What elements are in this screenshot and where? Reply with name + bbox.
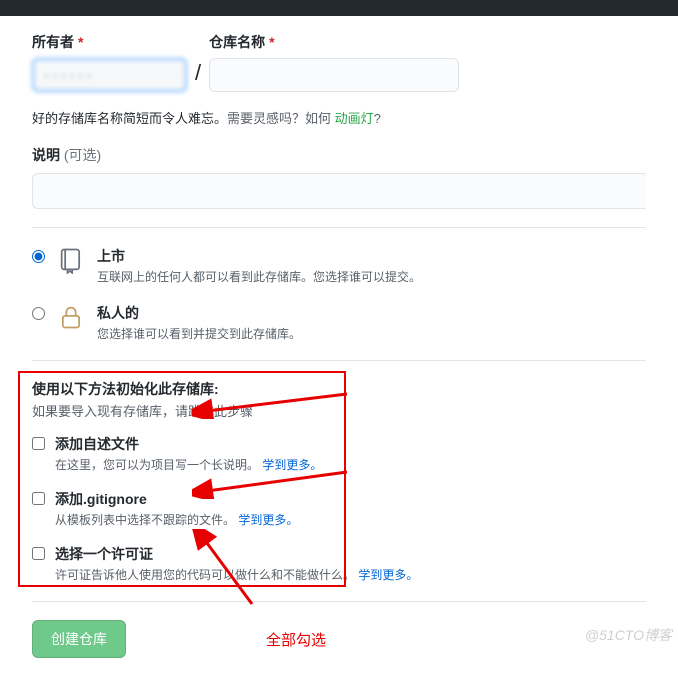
gitignore-sub: 从模板列表中选择不跟踪的文件。 学到更多。 — [55, 511, 298, 528]
gitignore-title: 添加.gitignore — [55, 489, 298, 509]
divider — [32, 360, 646, 361]
license-checkbox[interactable] — [32, 547, 45, 560]
repo-name-input[interactable] — [209, 58, 459, 92]
public-title: 上市 — [97, 246, 421, 266]
description-input[interactable] — [32, 173, 646, 209]
learn-more-link[interactable]: 学到更多。 — [238, 513, 298, 527]
suggestion-link[interactable]: 动画灯 — [335, 111, 374, 126]
license-title: 选择一个许可证 — [55, 544, 418, 564]
readme-checkbox[interactable] — [32, 437, 45, 450]
learn-more-link[interactable]: 学到更多。 — [358, 568, 418, 582]
public-sub: 互联网上的任何人都可以看到此存储库。您选择谁可以提交。 — [97, 268, 421, 285]
private-title: 私人的 — [97, 303, 301, 323]
init-title: 使用以下方法初始化此存储库: — [32, 379, 646, 399]
create-repo-button[interactable]: 创建仓库 — [32, 620, 126, 658]
owner-label: 所有者* — [32, 32, 187, 52]
description-label: 说明 (可选) — [32, 145, 646, 165]
path-slash: / — [195, 60, 201, 92]
top-bar — [0, 0, 678, 16]
repo-name-hint: 好的存储库名称简短而令人难忘。需要灵感吗？如何 动画灯? — [32, 108, 646, 127]
init-hint: 如果要导入现有存储库，请跳过此步骤 — [32, 401, 646, 420]
lock-icon — [57, 303, 85, 331]
private-sub: 您选择谁可以看到并提交到此存储库。 — [97, 325, 301, 342]
learn-more-link[interactable]: 学到更多。 — [262, 458, 322, 472]
divider — [32, 227, 646, 228]
owner-select[interactable]: · · · · · · — [32, 58, 187, 92]
watermark: @51CTO博客 — [585, 625, 672, 645]
divider — [32, 601, 646, 602]
public-radio[interactable] — [32, 250, 45, 263]
readme-sub: 在这里，您可以为项目写一个长说明。 学到更多。 — [55, 456, 322, 473]
annotation-text: 全部勾选 — [266, 629, 326, 650]
repo-label: 仓库名称* — [209, 32, 459, 52]
license-sub: 许可证告诉他人使用您的代码可以做什么和不能做什么。 学到更多。 — [55, 566, 418, 583]
readme-title: 添加自述文件 — [55, 434, 322, 454]
gitignore-checkbox[interactable] — [32, 492, 45, 505]
private-radio[interactable] — [32, 307, 45, 320]
repo-icon — [57, 246, 85, 274]
